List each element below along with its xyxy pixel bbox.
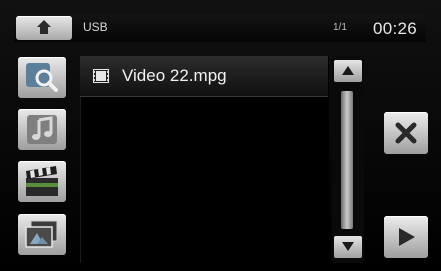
clapperboard-icon xyxy=(26,166,58,196)
arrow-up-icon xyxy=(342,66,354,75)
scroll-down-button[interactable] xyxy=(334,236,362,258)
close-button[interactable] xyxy=(384,112,428,154)
list-item-label: Video 22.mpg xyxy=(122,66,227,85)
page-indicator: 1/1 xyxy=(333,22,347,33)
photo-icon xyxy=(25,220,58,248)
sidebar-item-photo[interactable] xyxy=(18,214,66,255)
arrow-down-icon xyxy=(342,242,354,251)
home-icon xyxy=(37,20,51,34)
sidebar-item-search[interactable] xyxy=(18,57,66,98)
top-bar xyxy=(14,14,426,42)
search-icon xyxy=(26,63,58,92)
clock: 00:26 xyxy=(373,19,418,38)
scrollbar-thumb[interactable] xyxy=(341,91,353,229)
play-icon xyxy=(399,228,415,246)
list-item[interactable]: Video 22.mpg xyxy=(80,56,328,97)
play-button[interactable] xyxy=(384,216,428,258)
close-icon xyxy=(395,122,417,144)
source-label: USB xyxy=(83,20,108,34)
music-note-icon xyxy=(27,115,57,144)
sidebar-item-music[interactable] xyxy=(18,109,66,150)
scroll-up-button[interactable] xyxy=(334,60,362,82)
sidebar-item-video[interactable] xyxy=(18,161,66,202)
home-button[interactable] xyxy=(16,16,72,40)
film-icon xyxy=(93,69,109,83)
